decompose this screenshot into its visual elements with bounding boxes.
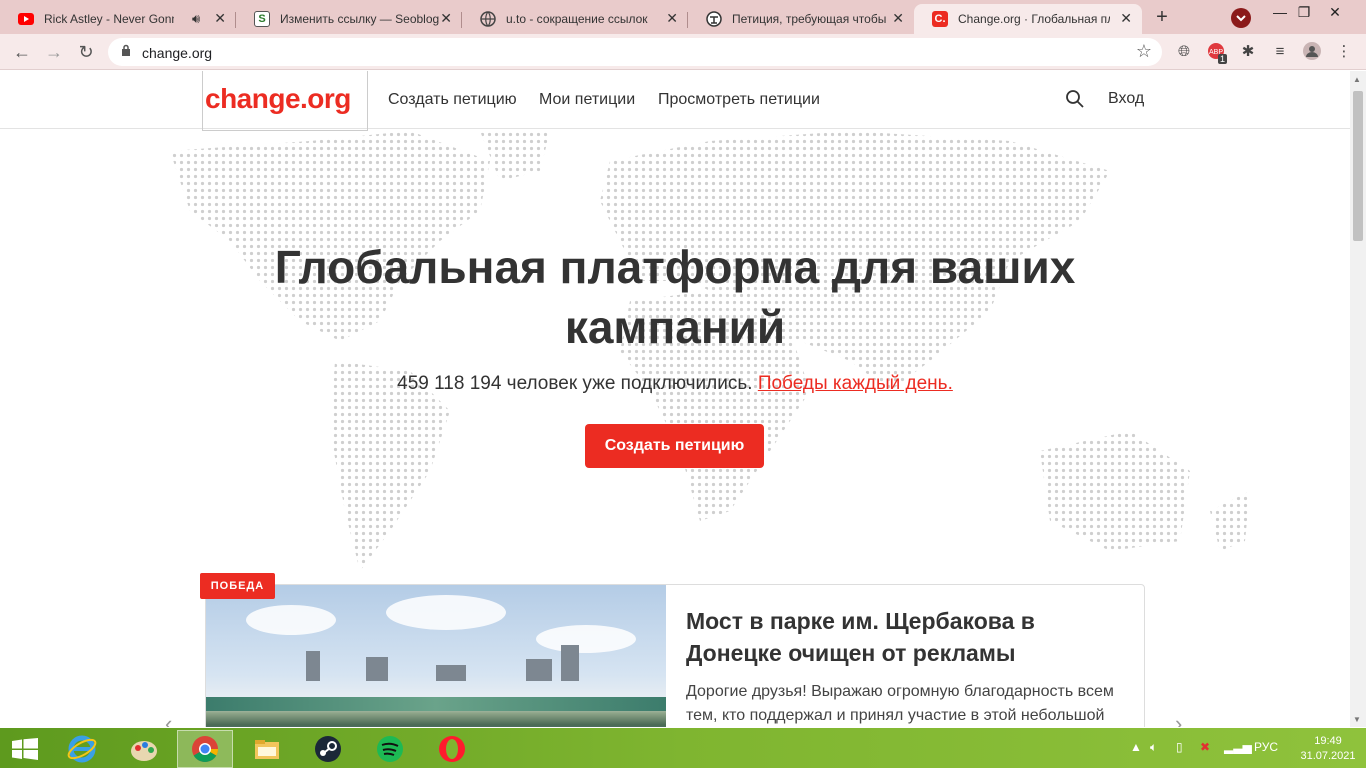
petition-title[interactable]: Мост в парке им. Щербакова в Донецке очи… bbox=[686, 605, 1106, 669]
change-org-icon: C. bbox=[932, 11, 948, 27]
page-viewport: change.org Создать петицию Мои петиции П… bbox=[0, 71, 1350, 727]
profile-avatar-icon[interactable] bbox=[1302, 42, 1322, 62]
steam-icon[interactable] bbox=[300, 730, 356, 768]
volume-icon[interactable]: 🔈︎ bbox=[1150, 740, 1157, 755]
close-icon[interactable]: ✕ bbox=[892, 10, 904, 27]
tab-seoblog[interactable]: S Изменить ссылку — Seoblog ✕ bbox=[236, 4, 462, 34]
signal-icon[interactable]: ▂▃▅ bbox=[1224, 740, 1252, 754]
close-icon[interactable]: ✕ bbox=[1120, 10, 1132, 27]
tab-petition[interactable]: Петиция, требующая чтобы ✕ bbox=[688, 4, 914, 34]
lock-icon bbox=[122, 44, 130, 56]
tab-label: Изменить ссылку — Seoblog bbox=[280, 12, 440, 26]
tray-expand-icon[interactable]: ▲ bbox=[1130, 740, 1142, 754]
tab-uto[interactable]: u.to - сокращение ссылок ✕ bbox=[462, 4, 688, 34]
spotify-icon[interactable] bbox=[362, 730, 418, 768]
tab-label: u.to - сокращение ссылок bbox=[506, 12, 648, 26]
close-icon[interactable]: ✕ bbox=[666, 10, 678, 27]
youtube-icon bbox=[18, 13, 34, 25]
browser-toolbar: ← → ↻ change.org ☆ 🌐︎ ABP 1 ✱ ≡ ⋮ bbox=[0, 34, 1366, 70]
clock-date: 31.07.2021 bbox=[1300, 750, 1356, 762]
hero-subtitle: 459 118 194 человек уже подключились. По… bbox=[175, 373, 1175, 395]
speaker-icon[interactable]: 🔊︎ bbox=[192, 11, 200, 27]
scroll-up-icon[interactable]: ▲ bbox=[1353, 75, 1361, 84]
back-icon[interactable]: ← bbox=[10, 40, 34, 64]
nav-browse-petitions[interactable]: Просмотреть петиции bbox=[658, 91, 820, 109]
close-icon[interactable]: ✕ bbox=[440, 10, 452, 27]
carousel-next-icon[interactable]: › bbox=[1175, 711, 1182, 727]
battery-icon[interactable]: ▯ bbox=[1176, 740, 1183, 754]
tab-label: Rick Astley - Never Gonna bbox=[44, 12, 174, 26]
carousel-prev-icon[interactable]: ‹ bbox=[165, 711, 172, 727]
opera-icon[interactable] bbox=[424, 730, 480, 768]
bookmark-star-icon[interactable]: ☆ bbox=[1136, 41, 1152, 62]
menu-kebab-icon[interactable]: ⋮ bbox=[1334, 42, 1354, 62]
globe-icon bbox=[480, 11, 496, 27]
clock[interactable]: 19:49 31.07.2021 bbox=[1296, 734, 1360, 764]
users-count-text: 459 118 194 человек уже подключились. bbox=[397, 373, 753, 394]
window-close-icon[interactable]: ✕ bbox=[1312, 0, 1358, 30]
extensions-puzzle-icon[interactable]: ✱ bbox=[1238, 42, 1258, 62]
language-indicator[interactable]: РУС bbox=[1254, 740, 1278, 754]
create-petition-button[interactable]: Создать петицию bbox=[585, 424, 764, 468]
adblock-icon[interactable]: ABP 1 bbox=[1206, 42, 1228, 64]
paint-icon[interactable] bbox=[116, 730, 172, 768]
petition-excerpt: Дорогие друзья! Выражаю огромную благода… bbox=[686, 683, 1114, 724]
page-scrollbar[interactable]: ▲ ▼ bbox=[1350, 71, 1366, 727]
login-link[interactable]: Вход bbox=[1108, 90, 1144, 108]
scroll-thumb[interactable] bbox=[1353, 91, 1363, 241]
nav-my-petitions[interactable]: Мои петиции bbox=[539, 91, 635, 109]
chrome-icon[interactable] bbox=[177, 730, 233, 768]
featured-petition-card[interactable]: Мост в парке им. Щербакова в Донецке очи… bbox=[205, 584, 1145, 727]
internet-explorer-icon[interactable] bbox=[54, 730, 110, 768]
new-tab-button[interactable]: + bbox=[1150, 6, 1174, 30]
seoblog-icon: S bbox=[254, 11, 270, 27]
windows-taskbar: ▲ 🔈︎ ▯ ✖ ▂▃▅ РУС 19:49 31.07.2021 bbox=[0, 728, 1366, 768]
petition-photo bbox=[206, 585, 666, 727]
search-icon[interactable] bbox=[1065, 89, 1085, 109]
close-icon[interactable]: ✕ bbox=[214, 10, 226, 27]
nav-create-petition[interactable]: Создать петицию bbox=[388, 91, 517, 109]
network-warning-icon[interactable]: ✖ bbox=[1200, 740, 1210, 754]
translate-icon[interactable]: 🌐︎ bbox=[1174, 42, 1194, 62]
extension-badge: 1 bbox=[1218, 54, 1228, 64]
change-org-logo[interactable]: change.org bbox=[202, 71, 368, 131]
tab-label: Петиция, требующая чтобы bbox=[732, 12, 887, 26]
petition-icon bbox=[706, 11, 722, 27]
reload-icon[interactable]: ↻ bbox=[74, 40, 98, 64]
media-control-icon[interactable]: ≡ bbox=[1270, 42, 1290, 62]
windows-start-icon[interactable] bbox=[12, 738, 38, 760]
victories-link[interactable]: Победы каждый день. bbox=[758, 373, 953, 394]
site-header: change.org Создать петицию Мои петиции П… bbox=[0, 71, 1350, 131]
tab-search-icon[interactable] bbox=[1231, 8, 1251, 28]
address-bar[interactable]: change.org ☆ bbox=[108, 38, 1162, 66]
tab-label: Change.org · Глобальная плат bbox=[958, 12, 1110, 26]
scroll-down-icon[interactable]: ▼ bbox=[1353, 715, 1361, 724]
clock-time: 19:49 bbox=[1314, 735, 1342, 747]
tab-strip: Rick Astley - Never Gonna 🔊︎ ✕ S Изменит… bbox=[0, 0, 1366, 34]
forward-icon[interactable]: → bbox=[42, 40, 66, 64]
url-text: change.org bbox=[142, 45, 213, 61]
tab-change-org[interactable]: C. Change.org · Глобальная плат ✕ bbox=[914, 4, 1142, 34]
victory-badge: ПОБЕДА bbox=[200, 573, 275, 599]
hero-title: Глобальная платформа для ваших кампаний bbox=[274, 241, 1076, 353]
file-explorer-icon[interactable] bbox=[239, 730, 295, 768]
tab-youtube[interactable]: Rick Astley - Never Gonna 🔊︎ ✕ bbox=[0, 4, 236, 34]
